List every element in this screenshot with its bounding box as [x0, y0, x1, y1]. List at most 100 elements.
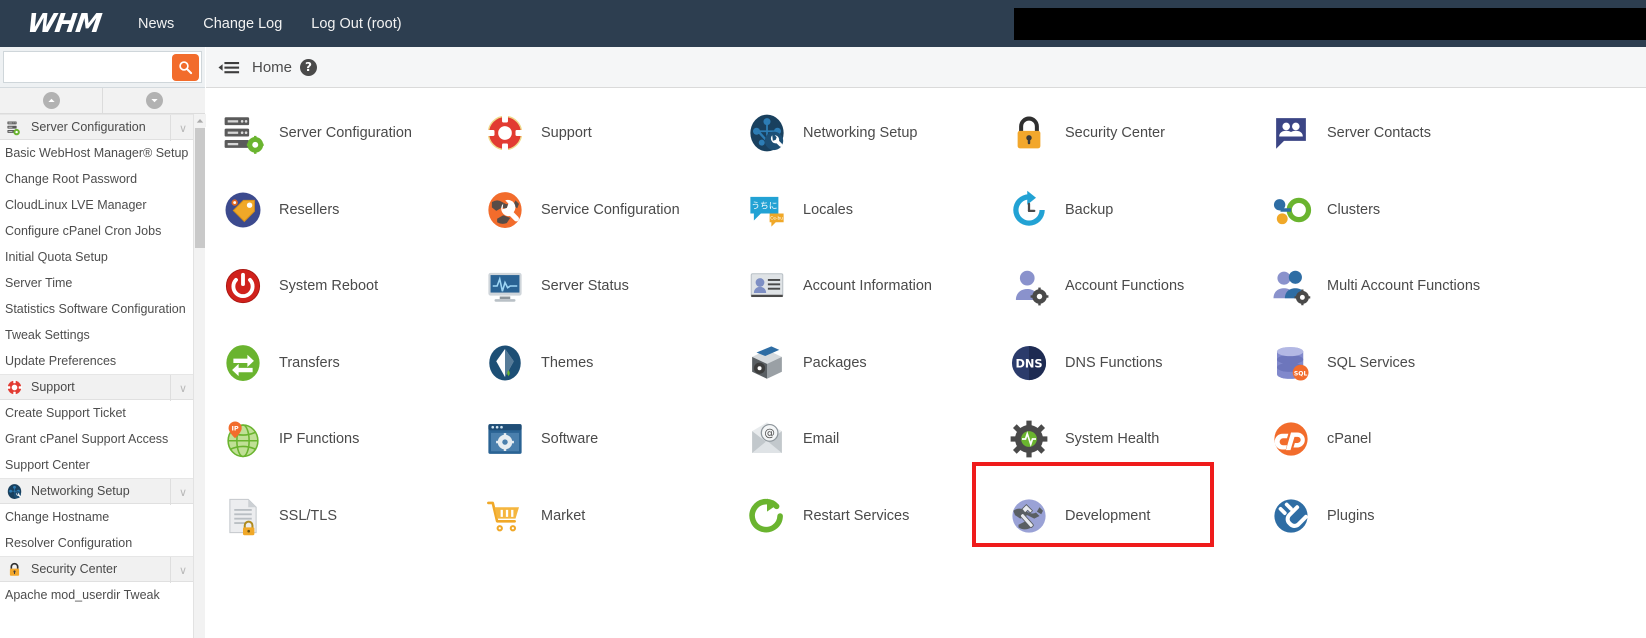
- tile-label: Server Contacts: [1327, 125, 1431, 141]
- svg-text:SQL: SQL: [1294, 370, 1308, 377]
- tile-plugins[interactable]: Plugins: [1254, 478, 1516, 555]
- tile-backup[interactable]: Backup: [992, 172, 1254, 249]
- tile-label: IP Functions: [279, 431, 359, 447]
- scrollbar-thumb[interactable]: [195, 128, 205, 248]
- user-gear-icon: [1007, 264, 1051, 308]
- chevron-down-icon[interactable]: ∨: [170, 557, 187, 583]
- sidebar-category-security-center[interactable]: Security Center∨: [0, 556, 193, 582]
- chevron-down-icon[interactable]: ∨: [170, 479, 187, 505]
- sidebar-item-update-preferences[interactable]: Update Preferences: [0, 348, 193, 374]
- sidebar-item-apache-mod-userdir-tweak[interactable]: Apache mod_userdir Tweak: [0, 582, 193, 608]
- sidebar-item-create-support-ticket[interactable]: Create Support Ticket: [0, 400, 193, 426]
- search-input[interactable]: [4, 53, 164, 81]
- tile-label: Server Configuration: [279, 125, 412, 141]
- tile-market[interactable]: Market: [468, 478, 730, 555]
- sidebar-scrollbar[interactable]: [193, 114, 205, 638]
- redacted-region: [1014, 8, 1646, 40]
- sidebar-item-statistics-software-configuration[interactable]: Statistics Software Configuration: [0, 296, 193, 322]
- tile-dns-functions[interactable]: DNSDNS Functions: [992, 325, 1254, 402]
- tile-label: cPanel: [1327, 431, 1371, 447]
- collapse-menu-icon[interactable]: [218, 57, 240, 77]
- chevron-down-icon[interactable]: ∨: [170, 115, 187, 141]
- theme-diamond-icon: [483, 341, 527, 385]
- database-sql-icon: SQL: [1269, 341, 1313, 385]
- search-icon[interactable]: [172, 54, 199, 81]
- tile-server-configuration[interactable]: Server Configuration: [206, 95, 468, 172]
- server-config-icon: [5, 118, 23, 136]
- whm-logo[interactable]: WHM: [12, 9, 116, 39]
- tile-support[interactable]: Support: [468, 95, 730, 172]
- sidebar-category-support[interactable]: Support ∨: [0, 374, 193, 400]
- nav-link-log-out[interactable]: Log Out (root): [311, 16, 401, 32]
- cpanel-logo-icon: [1269, 417, 1313, 461]
- life-ring-icon: [483, 111, 527, 155]
- tile-clusters[interactable]: Clusters: [1254, 172, 1516, 249]
- tile-server-status[interactable]: Server Status: [468, 248, 730, 325]
- grid-row: Server Configuration SupportNetworking Se…: [206, 95, 1646, 172]
- tile-ip-functions[interactable]: IP IP Functions: [206, 401, 468, 478]
- id-card-icon: [745, 264, 789, 308]
- network-wrench-icon: [745, 111, 789, 155]
- tile-label: SSL/TLS: [279, 508, 337, 524]
- sidebar-item-change-root-password[interactable]: Change Root Password: [0, 166, 193, 192]
- tile-transfers[interactable]: Transfers: [206, 325, 468, 402]
- tile-security-center[interactable]: Security Center: [992, 95, 1254, 172]
- tile-networking-setup[interactable]: Networking Setup: [730, 95, 992, 172]
- sidebar-item-grant-cpanel-support-access[interactable]: Grant cPanel Support Access: [0, 426, 193, 452]
- tile-label: Software: [541, 431, 598, 447]
- sidebar-search-container: [0, 47, 205, 88]
- scroll-up-arrow-icon[interactable]: [194, 114, 206, 127]
- sidebar-item-tweak-settings[interactable]: Tweak Settings: [0, 322, 193, 348]
- grid-row: TransfersThemesPackagesDNSDNS FunctionsS…: [206, 325, 1646, 402]
- sidebar-item-change-hostname[interactable]: Change Hostname: [0, 504, 193, 530]
- breadcrumb[interactable]: Home: [252, 59, 292, 76]
- tile-restart-services[interactable]: Restart Services: [730, 478, 992, 555]
- tile-ssl-tls[interactable]: SSL/TLS: [206, 478, 468, 555]
- search-box[interactable]: [3, 51, 202, 83]
- tile-development[interactable]: Development: [992, 478, 1254, 555]
- tile-themes[interactable]: Themes: [468, 325, 730, 402]
- tile-resellers[interactable]: Resellers: [206, 172, 468, 249]
- tile-packages[interactable]: Packages: [730, 325, 992, 402]
- sidebar-item-basic-webhost-manager-setup[interactable]: Basic WebHost Manager® Setup: [0, 140, 193, 166]
- sidebar-category-server-configuration[interactable]: Server Configuration∨: [0, 114, 193, 140]
- svg-text:Ce-bu: Ce-bu: [770, 215, 783, 221]
- sidebar-item-configure-cpanel-cron-jobs[interactable]: Configure cPanel Cron Jobs: [0, 218, 193, 244]
- tile-software[interactable]: Software: [468, 401, 730, 478]
- sidebar-category-networking-setup[interactable]: Networking Setup ∨: [0, 478, 193, 504]
- top-navbar: WHM News Change Log Log Out (root): [0, 0, 1646, 47]
- sidebar-item-support-center[interactable]: Support Center: [0, 452, 193, 478]
- software-window-gear-icon: [483, 417, 527, 461]
- sidebar-toggle-bar: [0, 88, 205, 114]
- tile-email[interactable]: @Email: [730, 401, 992, 478]
- tile-service-configuration[interactable]: Service Configuration: [468, 172, 730, 249]
- sidebar-item-initial-quota-setup[interactable]: Initial Quota Setup: [0, 244, 193, 270]
- sidebar-item-server-time[interactable]: Server Time: [0, 270, 193, 296]
- chevron-down-icon[interactable]: ∨: [170, 375, 187, 401]
- sidebar-category-label: Support: [31, 380, 75, 394]
- tile-system-reboot[interactable]: System Reboot: [206, 248, 468, 325]
- tile-multi-account-functions[interactable]: Multi Account Functions: [1254, 248, 1516, 325]
- networking-icon: [5, 482, 23, 500]
- nav-link-news[interactable]: News: [138, 16, 174, 32]
- sidebar-item-cloudlinux-lve-manager[interactable]: CloudLinux LVE Manager: [0, 192, 193, 218]
- question-mark-icon[interactable]: ?: [300, 59, 317, 76]
- tile-account-information[interactable]: Account Information: [730, 248, 992, 325]
- tile-server-contacts[interactable]: Server Contacts: [1254, 95, 1516, 172]
- tile-account-functions[interactable]: Account Functions: [992, 248, 1254, 325]
- tile-sql-services[interactable]: SQLSQL Services: [1254, 325, 1516, 402]
- collapse-all-button[interactable]: [103, 88, 205, 113]
- expand-all-button[interactable]: [0, 88, 103, 113]
- tile-system-health[interactable]: System Health: [992, 401, 1254, 478]
- email-envelope-at-icon: @: [745, 417, 789, 461]
- tile-label: Development: [1065, 508, 1150, 524]
- development-hammer-gear-icon: [1007, 494, 1051, 538]
- nav-link-change-log[interactable]: Change Log: [203, 16, 282, 32]
- sidebar-item-resolver-configuration[interactable]: Resolver Configuration: [0, 530, 193, 556]
- sidebar-category-label: Networking Setup: [31, 484, 130, 498]
- tile-locales[interactable]: うちにCe-buLocales: [730, 172, 992, 249]
- tile-cpanel[interactable]: cPanel: [1254, 401, 1516, 478]
- tile-label: Locales: [803, 202, 853, 218]
- ip-globe-pin-icon: IP: [221, 417, 265, 461]
- tile-label: Account Information: [803, 278, 932, 294]
